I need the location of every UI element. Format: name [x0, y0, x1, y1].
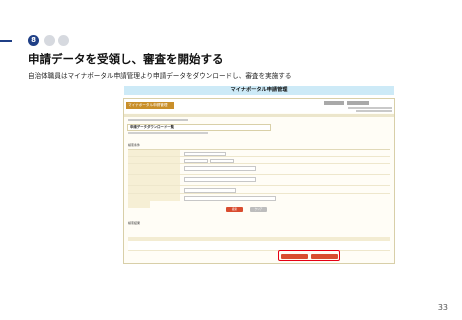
search-button[interactable]: 検索	[226, 207, 243, 212]
step-progress-line	[0, 40, 12, 42]
header-button-1[interactable]	[324, 101, 344, 105]
search-section-label: 検索条件	[128, 143, 141, 147]
form-label	[150, 194, 180, 201]
header-button-2[interactable]	[347, 101, 369, 105]
step-indicator-current: 8	[28, 35, 39, 46]
form-field-7[interactable]	[184, 196, 276, 201]
portal-logo: マイナポータル申請管理	[126, 102, 174, 109]
portal-navbar	[124, 114, 394, 117]
search-category-cell	[128, 150, 150, 208]
form-label	[150, 175, 180, 185]
download-buttons-highlight	[278, 250, 340, 261]
screen-title: 申請データダウンロード一覧	[127, 124, 271, 131]
screen-description	[128, 132, 208, 134]
portal-header: マイナポータル申請管理	[124, 99, 394, 113]
header-user-info	[348, 107, 392, 109]
results-table	[128, 237, 390, 251]
breadcrumb	[128, 119, 188, 121]
step-indicator-next-2	[58, 35, 69, 46]
header-user-info-2	[356, 110, 392, 112]
page-title: 申請データを受領し、審査を開始する	[28, 52, 224, 66]
results-pagination	[232, 230, 312, 233]
step-indicator-next	[44, 35, 55, 46]
clear-button[interactable]: クリア	[250, 207, 267, 212]
embedded-portal-screenshot: マイナポータル申請管理 申請データダウンロード一覧 検索条件 検索 クリア 検索…	[123, 98, 395, 264]
form-label	[150, 186, 180, 193]
form-label	[150, 164, 180, 174]
table-row[interactable]	[128, 241, 390, 251]
page-subtitle: 自治体職員はマイナポータル申請管理より申請データをダウンロードし、審査を実施する	[28, 72, 292, 80]
form-field-5[interactable]	[184, 177, 256, 182]
screenshot-caption-band: マイナポータル申請管理	[124, 86, 394, 95]
search-condition-form	[128, 149, 390, 208]
form-field-6[interactable]	[184, 188, 236, 193]
page-number: 33	[437, 303, 448, 312]
results-section-label: 検索結果	[128, 221, 141, 225]
form-field-4[interactable]	[184, 166, 256, 171]
